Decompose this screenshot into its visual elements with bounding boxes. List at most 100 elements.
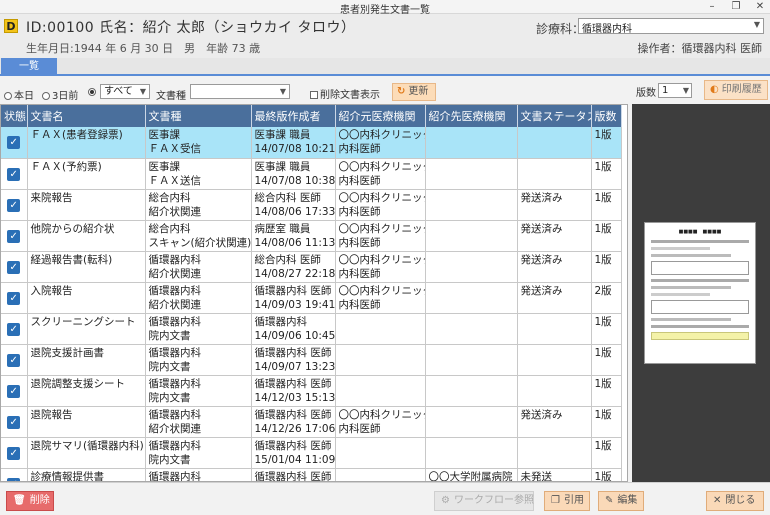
radio-all[interactable] bbox=[88, 87, 98, 98]
version-cell-line: 1版 bbox=[594, 346, 612, 359]
chevron-down-icon: ▼ bbox=[279, 87, 286, 96]
column-header[interactable]: 文書名 bbox=[27, 105, 146, 127]
doc-name-cell: 退院サマリ(循環器内科) bbox=[27, 437, 146, 469]
source-org-cell-line: 内科医師 bbox=[338, 298, 381, 311]
status-cell[interactable]: ✓ bbox=[1, 375, 28, 407]
workflow-button[interactable]: ⚙ ワークフロー参照 bbox=[434, 491, 534, 511]
doc-type-cell: 総合内科 紹介状関連 bbox=[145, 189, 252, 221]
status-cell[interactable]: ✓ bbox=[1, 251, 28, 283]
close-icon: ✕ bbox=[713, 495, 722, 506]
table-row[interactable]: ✓ 退院調整支援シート 循環器内科 院内文書 循環器内科 医師 14/12/03 15:1… bbox=[1, 375, 622, 407]
column-header[interactable]: 状態 bbox=[1, 105, 28, 127]
table-row[interactable]: ✓ 退院支援計画書 循環器内科 院内文書 循環器内科 医師 14/09/07 13:23 1… bbox=[1, 344, 622, 376]
source-org-cell-line: 〇〇内科クリニック bbox=[338, 284, 425, 297]
checkbox-checked-icon[interactable]: ✓ bbox=[7, 291, 21, 305]
doc-type-select[interactable]: ▼ bbox=[190, 84, 290, 99]
checkbox-checked-icon[interactable]: ✓ bbox=[7, 167, 21, 181]
author-cell: 医事課 職員 14/07/08 10:38 bbox=[251, 158, 336, 190]
column-header[interactable]: 文書種 bbox=[145, 105, 252, 127]
status-cell[interactable]: ✓ bbox=[1, 220, 28, 252]
status-cell[interactable]: ✓ bbox=[1, 468, 28, 481]
status-cell[interactable]: ✓ bbox=[1, 282, 28, 314]
author-cell: 循環器内科 医師 14/09/07 13:23 bbox=[251, 344, 336, 376]
checkbox-checked-icon[interactable]: ✓ bbox=[7, 198, 21, 212]
checkbox-checked-icon[interactable]: ✓ bbox=[7, 229, 21, 243]
doc-status-cell bbox=[517, 313, 592, 345]
delete-button[interactable]: 🗑 削除 bbox=[6, 491, 54, 511]
tab-list[interactable]: 一覧 bbox=[1, 58, 57, 76]
version-cell: 1版 bbox=[591, 406, 622, 438]
source-org-cell bbox=[335, 437, 426, 469]
table-row[interactable]: ✓ 退院サマリ(循環器内科) 循環器内科 院内文書 循環器内科 医師 15/01/04 1… bbox=[1, 437, 622, 469]
column-header[interactable]: 紹介先医療機関 bbox=[425, 105, 518, 127]
author-cell: 病歴室 職員 14/08/06 11:13 bbox=[251, 220, 336, 252]
department-select[interactable]: 循環器内科 ▼ bbox=[578, 18, 764, 35]
doc-status-cell bbox=[517, 127, 592, 159]
doc-status-cell-line: 発送済み bbox=[520, 191, 563, 204]
checkbox-checked-icon[interactable]: ✓ bbox=[7, 446, 21, 460]
range-select[interactable]: すべて ▼ bbox=[100, 84, 150, 99]
column-header[interactable]: 文書ステータス bbox=[517, 105, 592, 127]
author-cell-line: 14/08/06 17:33 bbox=[254, 205, 335, 218]
status-cell[interactable]: ✓ bbox=[1, 406, 28, 438]
operator-info: 操作者：循環器内科 医師 bbox=[637, 42, 763, 55]
checkbox-checked-icon[interactable]: ✓ bbox=[7, 260, 21, 274]
column-header[interactable]: 紹介元医療機関 bbox=[335, 105, 426, 127]
author-cell-line: 14/08/06 11:13 bbox=[254, 236, 335, 249]
quote-button[interactable]: ❐ 引用 bbox=[544, 491, 590, 511]
author-cell-line: 15/01/04 11:09 bbox=[254, 453, 335, 466]
document-thumbnail[interactable]: ■■■■ ■■■■ bbox=[644, 222, 756, 364]
update-button[interactable]: ↻ 更新 bbox=[392, 83, 436, 101]
doc-type-cell: 循環器内科 紹介状関連 bbox=[145, 406, 252, 438]
document-grid: 状態 文書名 文書種 最終版作成者 紹介元医療機関 紹介先医療機関 文書ステータス 版数 ✓ Ｆ… bbox=[0, 104, 628, 482]
table-row[interactable]: ✓ 他院からの紹介状 総合内科 スキャン(紹介状関連) 病歴室 職員 14/08/06 1… bbox=[1, 220, 622, 252]
doc-type-cell: 医事課 ＦＡＸ受信 bbox=[145, 127, 252, 159]
table-row[interactable]: ✓ 経過報告書(転科) 循環器内科 紹介状関連 総合内科 医師 14/08/27 22:1… bbox=[1, 251, 622, 283]
source-org-cell: 〇〇内科クリニック 内科医師 bbox=[335, 251, 426, 283]
radio-today[interactable]: 本日 bbox=[4, 87, 34, 102]
close-window-button[interactable]: ✕ bbox=[748, 0, 770, 13]
status-cell[interactable]: ✓ bbox=[1, 313, 28, 345]
author-cell: 循環器内科 医師 15/01/04 11:09 bbox=[251, 437, 336, 469]
doc-type-cell-line: 紹介状関連 bbox=[148, 298, 202, 311]
update-label: 更新 bbox=[408, 86, 429, 97]
table-row[interactable]: ✓ ＦＡＸ(患者登録票) 医事課 ＦＡＸ受信 医事課 職員 14/07/08 10:21 〇… bbox=[1, 127, 622, 159]
print-history-button[interactable]: ◐ 印刷履歴 bbox=[704, 80, 768, 100]
table-row[interactable]: ✓ 入院報告 循環器内科 紹介状関連 循環器内科 医師 14/09/03 19:41 〇〇内… bbox=[1, 282, 622, 314]
column-header[interactable]: 最終版作成者 bbox=[251, 105, 336, 127]
pencil-icon: ✎ bbox=[605, 495, 614, 506]
table-row[interactable]: ✓ 退院報告 循環器内科 紹介状関連 循環器内科 医師 14/12/26 17:06 〇〇内… bbox=[1, 406, 622, 438]
source-org-cell-line: 内科医師 bbox=[338, 267, 381, 280]
table-row[interactable]: ✓ スクリーニングシート 循環器内科 院内文書 循環器内科 14/09/06 10:45 1… bbox=[1, 313, 622, 345]
doc-type-cell-line: 医事課 bbox=[148, 160, 181, 173]
table-row[interactable]: ✓ 来院報告 総合内科 紹介状関連 総合内科 医師 14/08/06 17:33 〇〇内科ク… bbox=[1, 189, 622, 221]
window-titlebar: 患者別発生文書一覧 – ❐ ✕ bbox=[0, 0, 770, 16]
show-deleted-checkbox[interactable]: 削除文書表示 bbox=[310, 86, 380, 101]
dest-org-cell bbox=[425, 282, 518, 314]
patient-header: D ID:00100 氏名：紹介 太郎（ショウカイ タロウ） 生年月日:1944… bbox=[0, 14, 770, 58]
author-cell: 総合内科 医師 14/08/27 22:18 bbox=[251, 251, 336, 283]
chevron-down-icon: ▼ bbox=[139, 87, 146, 96]
doc-type-cell-line: 循環器内科 bbox=[148, 284, 202, 297]
minimize-button[interactable]: – bbox=[700, 0, 724, 13]
edit-button[interactable]: ✎ 編集 bbox=[598, 491, 644, 511]
status-cell[interactable]: ✓ bbox=[1, 127, 28, 159]
status-cell[interactable]: ✓ bbox=[1, 437, 28, 469]
status-cell[interactable]: ✓ bbox=[1, 344, 28, 376]
radio-three-days[interactable]: 3日前 bbox=[42, 87, 78, 102]
close-button[interactable]: ✕ 閉じる bbox=[706, 491, 764, 511]
checkbox-checked-icon[interactable]: ✓ bbox=[7, 322, 21, 336]
checkbox-checked-icon[interactable]: ✓ bbox=[7, 353, 21, 367]
status-cell[interactable]: ✓ bbox=[1, 189, 28, 221]
checkbox-checked-icon[interactable]: ✓ bbox=[7, 415, 21, 429]
table-row[interactable]: ✓診療情報提供書 循環器内科 循環器内科 医師 〇〇大学附属病院未発送 1版 bbox=[1, 468, 622, 481]
restore-button[interactable]: ❐ bbox=[724, 0, 748, 13]
status-cell[interactable]: ✓ bbox=[1, 158, 28, 190]
checkbox-checked-icon[interactable]: ✓ bbox=[7, 136, 21, 150]
column-header[interactable]: 版数 bbox=[591, 105, 622, 127]
checkbox-checked-icon[interactable]: ✓ bbox=[7, 384, 21, 398]
table-row[interactable]: ✓ ＦＡＸ(予約票) 医事課 ＦＡＸ送信 医事課 職員 14/07/08 10:38 〇〇内… bbox=[1, 158, 622, 190]
doc-type-cell-line: スキャン(紹介状関連) bbox=[148, 236, 251, 249]
edition-select[interactable]: 1 ▼ bbox=[658, 83, 692, 98]
doc-name-cell: ＦＡＸ(予約票) bbox=[27, 158, 146, 190]
